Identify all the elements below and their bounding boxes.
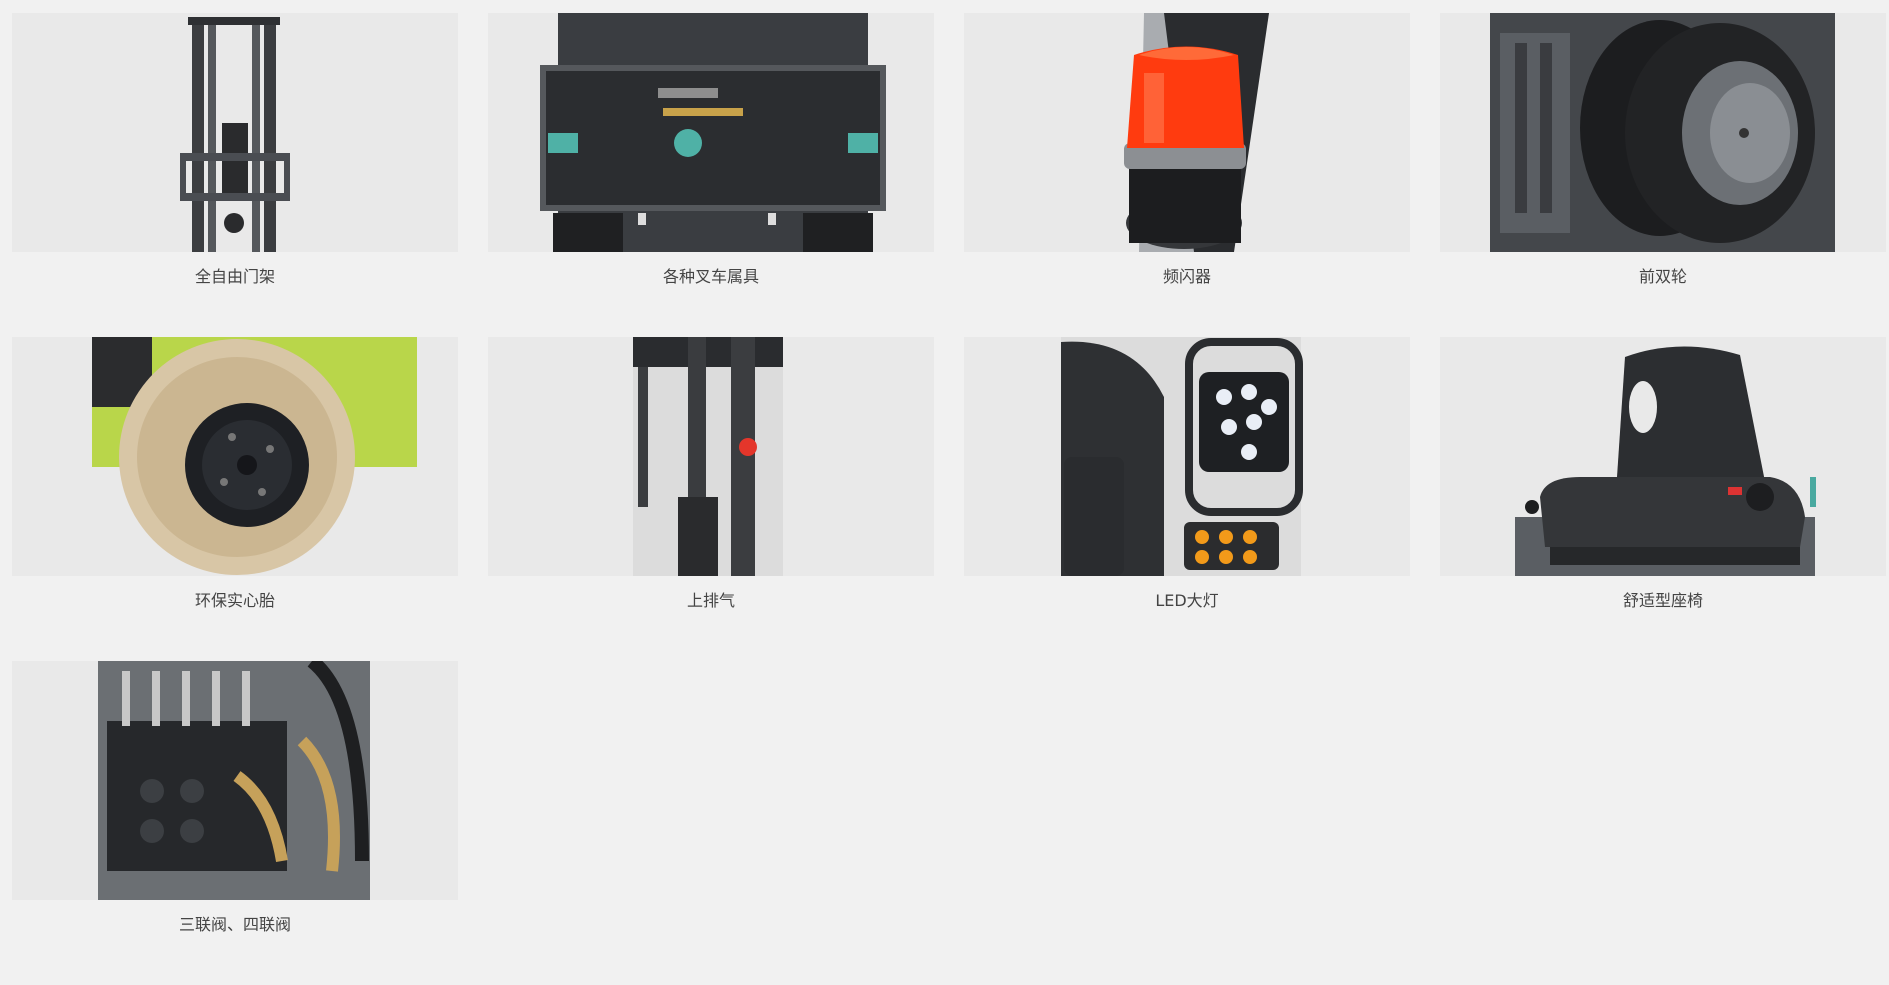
mast-photo — [12, 13, 458, 252]
strobe-light-photo — [964, 13, 1410, 252]
product-card-dual-front-wheel[interactable]: 前双轮 — [1440, 13, 1886, 337]
solid-tire-photo — [12, 337, 458, 576]
product-card-comfort-seat[interactable]: 舒适型座椅 — [1440, 337, 1886, 661]
product-label: 三联阀、四联阀 — [178, 915, 291, 934]
product-card-fork-attachment[interactable]: 各种叉车属具 — [488, 13, 934, 337]
product-label: 上排气 — [686, 591, 735, 610]
product-card-solid-tire[interactable]: 环保实心胎 — [12, 337, 458, 661]
comfort-seat-photo — [1440, 337, 1886, 576]
product-label: 各种叉车属具 — [662, 267, 759, 286]
led-headlight-photo — [964, 337, 1410, 576]
product-label: 环保实心胎 — [194, 591, 275, 610]
product-card-strobe-light[interactable]: 频闪器 — [964, 13, 1410, 337]
control-valve-photo — [12, 661, 458, 900]
product-feature-grid: 全自由门架 各种叉车属具 频闪器 前双轮 环保实心胎 上排气 LED大灯 舒适型… — [12, 13, 1886, 985]
product-card-upper-exhaust[interactable]: 上排气 — [488, 337, 934, 661]
product-label: 全自由门架 — [194, 267, 275, 286]
product-label: 舒适型座椅 — [1622, 591, 1703, 610]
fork-attachment-photo — [488, 13, 934, 252]
product-label: 频闪器 — [1162, 267, 1211, 286]
upper-exhaust-photo — [488, 337, 934, 576]
product-card-mast[interactable]: 全自由门架 — [12, 13, 458, 337]
product-card-led-headlight[interactable]: LED大灯 — [964, 337, 1410, 661]
product-card-control-valve[interactable]: 三联阀、四联阀 — [12, 661, 458, 985]
product-label: 前双轮 — [1638, 267, 1687, 286]
dual-front-wheel-photo — [1440, 13, 1886, 252]
product-label: LED大灯 — [1155, 591, 1219, 610]
